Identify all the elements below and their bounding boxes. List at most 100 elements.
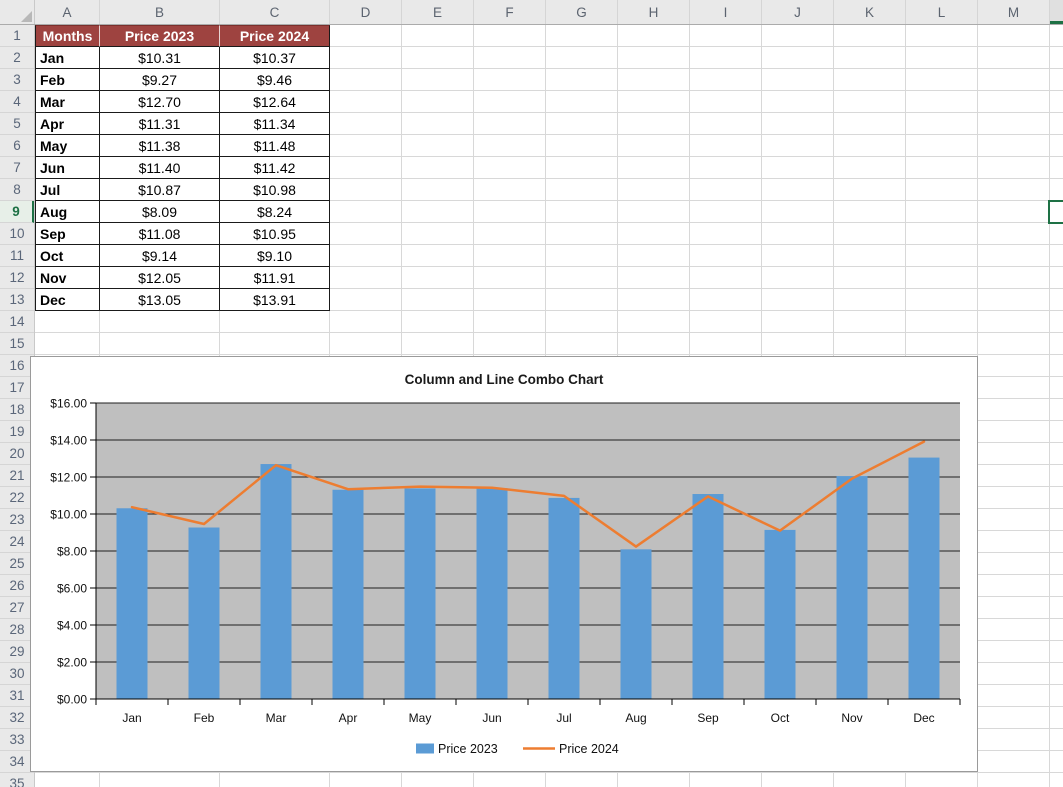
row-header-24[interactable]: 24 [0, 531, 34, 553]
column-header-j[interactable]: J [762, 0, 834, 24]
cell-month[interactable]: Sep [35, 223, 100, 245]
row-header-1[interactable]: 1 [0, 25, 34, 47]
active-cell-selection[interactable] [1048, 200, 1063, 224]
cell-month[interactable]: Oct [35, 245, 100, 267]
x-axis-label: Apr [339, 711, 358, 725]
row-header-9[interactable]: 9 [0, 201, 34, 223]
cell-price[interactable]: $11.31 [100, 113, 220, 135]
row-header-35[interactable]: 35 [0, 773, 34, 787]
row-header-14[interactable]: 14 [0, 311, 34, 333]
row-header-32[interactable]: 32 [0, 707, 34, 729]
cell-month[interactable]: Mar [35, 91, 100, 113]
cell-price[interactable]: $13.91 [220, 289, 330, 311]
row-header-10[interactable]: 10 [0, 223, 34, 245]
cell-price[interactable]: $11.34 [220, 113, 330, 135]
cell-month[interactable]: Dec [35, 289, 100, 311]
cell-price[interactable]: $11.38 [100, 135, 220, 157]
row-header-30[interactable]: 30 [0, 663, 34, 685]
cell-price[interactable]: $9.10 [220, 245, 330, 267]
cell-price[interactable]: $9.27 [100, 69, 220, 91]
cell-price[interactable]: $10.98 [220, 179, 330, 201]
row-header-31[interactable]: 31 [0, 685, 34, 707]
cell-price[interactable]: $13.05 [100, 289, 220, 311]
cell-price[interactable]: $8.09 [100, 201, 220, 223]
row-header-5[interactable]: 5 [0, 113, 34, 135]
row-header-21[interactable]: 21 [0, 465, 34, 487]
row-header-28[interactable]: 28 [0, 619, 34, 641]
table-row: May$11.38$11.48 [35, 135, 330, 157]
row-header-17[interactable]: 17 [0, 377, 34, 399]
column-header-e[interactable]: E [402, 0, 474, 24]
column-header-l[interactable]: L [906, 0, 978, 24]
row-header-34[interactable]: 34 [0, 751, 34, 773]
cell-month[interactable]: Feb [35, 69, 100, 91]
row-header-3[interactable]: 3 [0, 69, 34, 91]
cell-month[interactable]: Jul [35, 179, 100, 201]
chart-bar-may [405, 488, 436, 699]
row-header-13[interactable]: 13 [0, 289, 34, 311]
row-header-20[interactable]: 20 [0, 443, 34, 465]
cell-price[interactable]: $11.48 [220, 135, 330, 157]
cell-price[interactable]: $11.91 [220, 267, 330, 289]
cell-month[interactable]: Nov [35, 267, 100, 289]
cell-price[interactable]: $9.14 [100, 245, 220, 267]
row-header-23[interactable]: 23 [0, 509, 34, 531]
cell-price[interactable]: $10.31 [100, 47, 220, 69]
row-header-15[interactable]: 15 [0, 333, 34, 355]
row-header-29[interactable]: 29 [0, 641, 34, 663]
column-header-f[interactable]: F [474, 0, 546, 24]
row-header-12[interactable]: 12 [0, 267, 34, 289]
cell-month[interactable]: Jan [35, 47, 100, 69]
row-header-4[interactable]: 4 [0, 91, 34, 113]
row-header-16[interactable]: 16 [0, 355, 34, 377]
legend-label-line: Price 2024 [559, 742, 619, 756]
cell-price[interactable]: $12.70 [100, 91, 220, 113]
cell-price[interactable]: $11.08 [100, 223, 220, 245]
cell-price[interactable]: $11.40 [100, 157, 220, 179]
table-row: Jun$11.40$11.42 [35, 157, 330, 179]
cell-price[interactable]: $11.42 [220, 157, 330, 179]
select-all-corner[interactable] [0, 0, 35, 24]
row-header-18[interactable]: 18 [0, 399, 34, 421]
row-header-33[interactable]: 33 [0, 729, 34, 751]
row-header-8[interactable]: 8 [0, 179, 34, 201]
x-axis-label: Jan [122, 711, 141, 725]
column-header-partial-selected[interactable] [1050, 0, 1063, 24]
table-header-cell[interactable]: Months [35, 25, 100, 47]
legend-bar-swatch [416, 744, 434, 754]
row-header-11[interactable]: 11 [0, 245, 34, 267]
column-header-g[interactable]: G [546, 0, 618, 24]
column-header-c[interactable]: C [220, 0, 330, 24]
cell-price[interactable]: $10.87 [100, 179, 220, 201]
row-header-7[interactable]: 7 [0, 157, 34, 179]
chart-bar-nov [837, 476, 868, 699]
row-header-26[interactable]: 26 [0, 575, 34, 597]
cell-price[interactable]: $12.05 [100, 267, 220, 289]
cell-month[interactable]: May [35, 135, 100, 157]
column-header-m[interactable]: M [978, 0, 1050, 24]
chart-bar-aug [621, 549, 652, 699]
column-header-h[interactable]: H [618, 0, 690, 24]
row-header-22[interactable]: 22 [0, 487, 34, 509]
combo-chart[interactable]: $0.00$2.00$4.00$6.00$8.00$10.00$12.00$14… [30, 356, 978, 772]
column-header-b[interactable]: B [100, 0, 220, 24]
row-header-27[interactable]: 27 [0, 597, 34, 619]
row-header-2[interactable]: 2 [0, 47, 34, 69]
cell-price[interactable]: $10.37 [220, 47, 330, 69]
cell-month[interactable]: Aug [35, 201, 100, 223]
cell-month[interactable]: Apr [35, 113, 100, 135]
table-header-cell[interactable]: Price 2024 [220, 25, 330, 47]
row-header-25[interactable]: 25 [0, 553, 34, 575]
row-header-19[interactable]: 19 [0, 421, 34, 443]
column-header-k[interactable]: K [834, 0, 906, 24]
table-header-cell[interactable]: Price 2023 [100, 25, 220, 47]
cell-month[interactable]: Jun [35, 157, 100, 179]
column-header-i[interactable]: I [690, 0, 762, 24]
cell-price[interactable]: $12.64 [220, 91, 330, 113]
column-header-d[interactable]: D [330, 0, 402, 24]
cell-price[interactable]: $10.95 [220, 223, 330, 245]
cell-price[interactable]: $9.46 [220, 69, 330, 91]
cell-price[interactable]: $8.24 [220, 201, 330, 223]
row-header-6[interactable]: 6 [0, 135, 34, 157]
column-header-a[interactable]: A [35, 0, 100, 24]
